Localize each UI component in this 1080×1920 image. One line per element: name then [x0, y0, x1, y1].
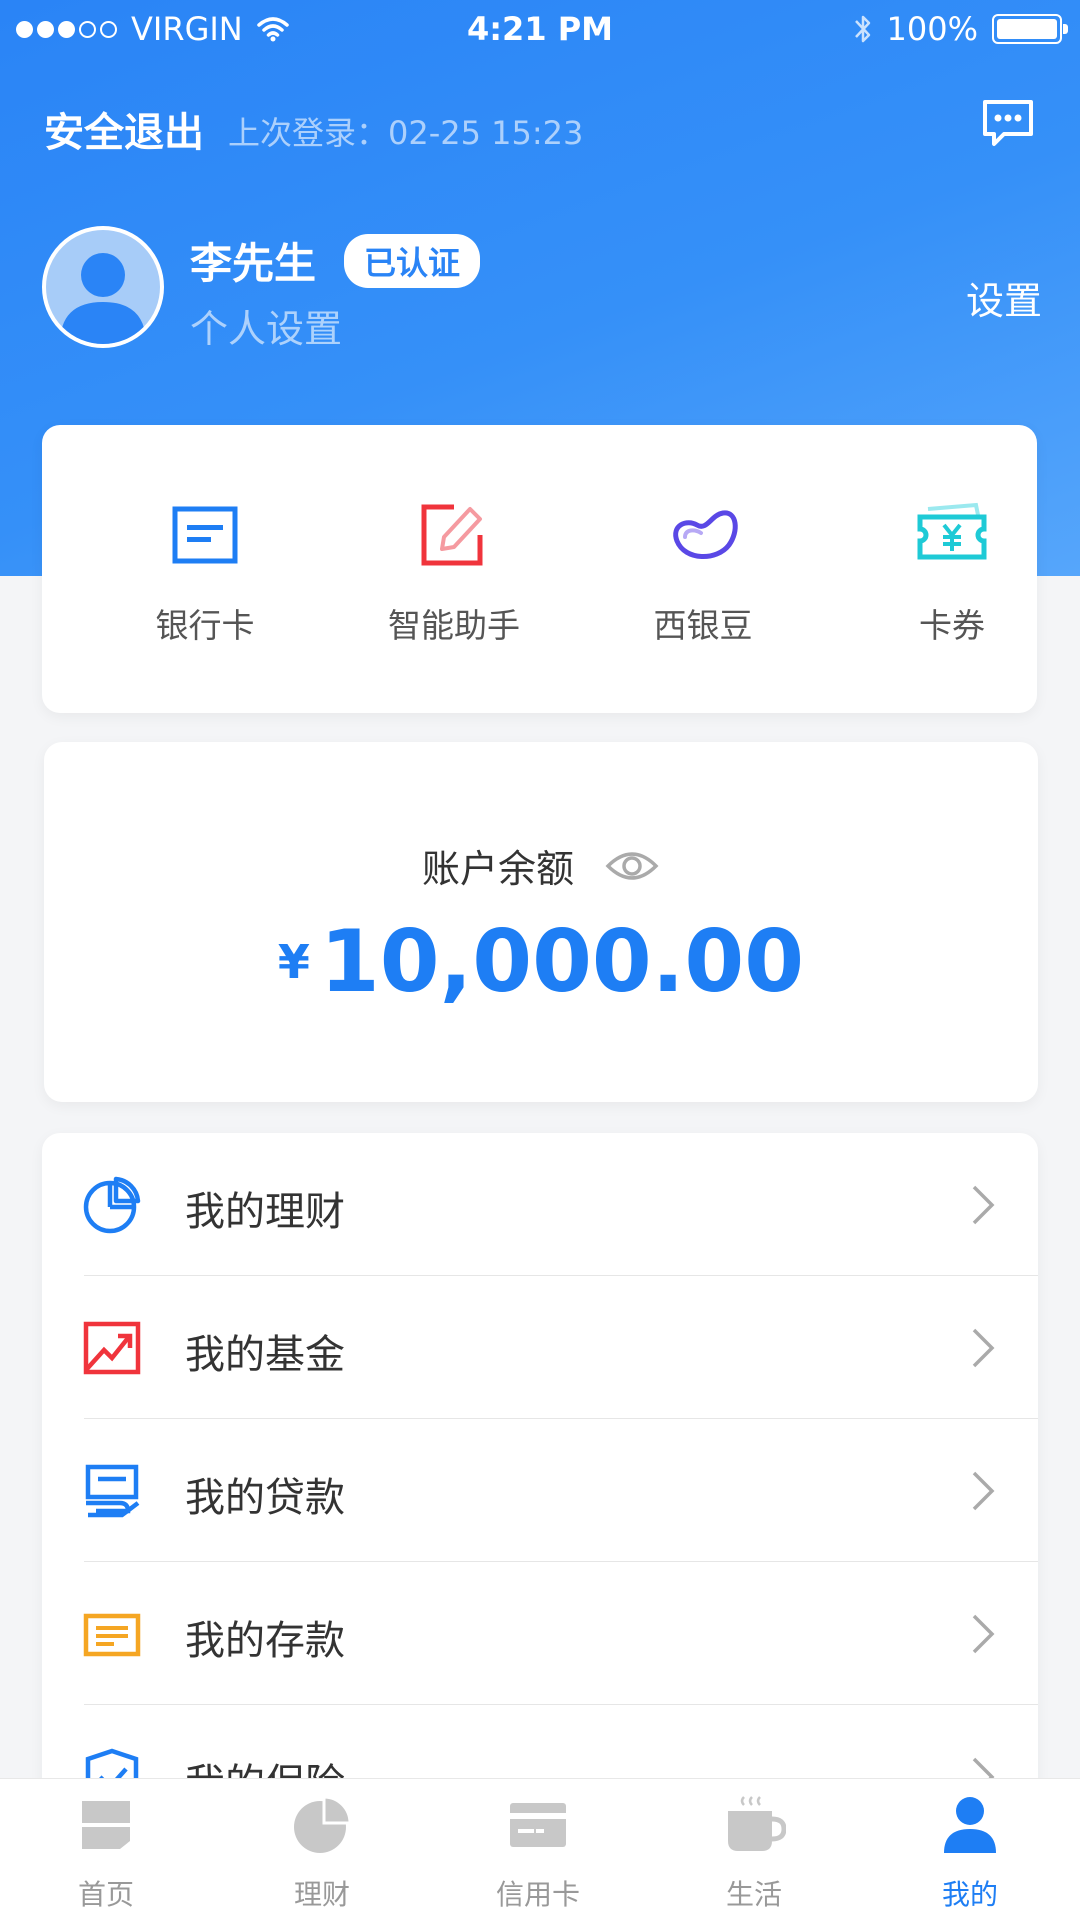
- balance-card: 账户余额 ¥10,000.00: [44, 742, 1038, 1102]
- trend-chart-icon: [83, 1321, 141, 1375]
- tab-credit-card[interactable]: 信用卡: [448, 1793, 628, 1913]
- balance-title: 账户余额: [421, 847, 574, 891]
- chevron-right-icon: [972, 1614, 995, 1654]
- tab-wealth[interactable]: 理财: [232, 1793, 412, 1913]
- tab-label: 我的: [941, 1878, 998, 1911]
- menu-item-label: 我的理财: [185, 1189, 345, 1235]
- avatar[interactable]: [42, 226, 164, 348]
- bluetooth-icon: [854, 15, 870, 43]
- quick-action-coupons[interactable]: 卡券: [842, 495, 1062, 647]
- currency-symbol: ¥: [277, 935, 310, 989]
- deposit-icon: [83, 1613, 141, 1657]
- user-icon: [944, 1797, 996, 1853]
- chevron-right-icon: [972, 1185, 995, 1225]
- last-login-text: 上次登录：02-25 15:23: [228, 114, 584, 152]
- home-icon: [82, 1801, 130, 1849]
- battery-icon: [992, 14, 1068, 44]
- status-bar: VIRGIN 4:21 PM 100%: [0, 0, 1080, 60]
- pie-chart-icon: [294, 1795, 352, 1853]
- quick-action-smart-assistant[interactable]: 智能助手: [344, 495, 564, 647]
- bank-card-icon: [172, 506, 238, 564]
- logout-button[interactable]: 安全退出: [44, 100, 204, 158]
- message-button[interactable]: [980, 96, 1036, 152]
- status-right-group: 100%: [853, 10, 1068, 48]
- user-avatar-icon: [60, 253, 146, 344]
- loan-icon: [85, 1464, 140, 1518]
- battery-percent: 100%: [886, 10, 978, 48]
- menu-item-fund[interactable]: 我的基金: [42, 1276, 1038, 1419]
- menu-item-label: 我的贷款: [185, 1475, 345, 1521]
- menu-item-deposit[interactable]: 我的存款: [42, 1562, 1038, 1705]
- quick-action-bank-card[interactable]: 银行卡: [95, 495, 315, 647]
- balance-amount-row: ¥10,000.00: [44, 912, 1038, 1012]
- personal-settings-link[interactable]: 个人设置: [190, 298, 342, 353]
- tab-label: 生活: [725, 1878, 782, 1911]
- eye-icon[interactable]: [604, 846, 660, 886]
- balance-amount: 10,000.00: [319, 912, 805, 1012]
- coupon-icon: [917, 502, 987, 560]
- chevron-right-icon: [972, 1471, 995, 1511]
- menu-item-label: 我的基金: [185, 1332, 345, 1378]
- tab-label: 首页: [77, 1878, 134, 1911]
- user-name: 李先生: [190, 239, 317, 288]
- quick-action-beans[interactable]: 西银豆: [593, 495, 813, 647]
- menu-list: 我的理财 我的基金 我的贷款 我的存款 我的保险: [42, 1133, 1038, 1793]
- quick-action-label: 卡券: [919, 606, 985, 645]
- quick-action-label: 西银豆: [653, 606, 753, 645]
- tab-mine[interactable]: 我的: [880, 1793, 1060, 1913]
- tab-label: 信用卡: [495, 1878, 580, 1911]
- pie-chart-icon: [83, 1176, 141, 1234]
- tab-home[interactable]: 首页: [16, 1793, 196, 1913]
- tab-life[interactable]: 生活: [664, 1793, 844, 1913]
- quick-action-label: 智能助手: [388, 606, 520, 645]
- quick-action-label: 银行卡: [155, 606, 255, 645]
- menu-item-wealth[interactable]: 我的理财: [42, 1133, 1038, 1276]
- chevron-right-icon: [972, 1328, 995, 1368]
- profile-section: 李先生 已认证 个人设置 设置: [42, 226, 1042, 356]
- verified-badge: 已认证: [344, 234, 481, 288]
- credit-card-icon: [510, 1803, 566, 1847]
- bean-icon: [673, 510, 738, 559]
- balance-title-row: 账户余额: [44, 838, 1038, 893]
- coffee-cup-icon: [728, 1796, 787, 1851]
- message-icon: [983, 100, 1033, 146]
- settings-button[interactable]: 设置: [966, 270, 1042, 325]
- edit-icon: [421, 504, 483, 566]
- top-bar: 安全退出 上次登录：02-25 15:23: [0, 96, 1080, 156]
- menu-item-label: 我的存款: [185, 1618, 345, 1664]
- tab-label: 理财: [293, 1878, 350, 1911]
- bottom-tab-bar: 首页 理财 信用卡 生活 我的: [0, 1778, 1080, 1920]
- quick-actions-card: 银行卡 智能助手 西银豆 卡券: [42, 425, 1037, 713]
- menu-item-loan[interactable]: 我的贷款: [42, 1419, 1038, 1562]
